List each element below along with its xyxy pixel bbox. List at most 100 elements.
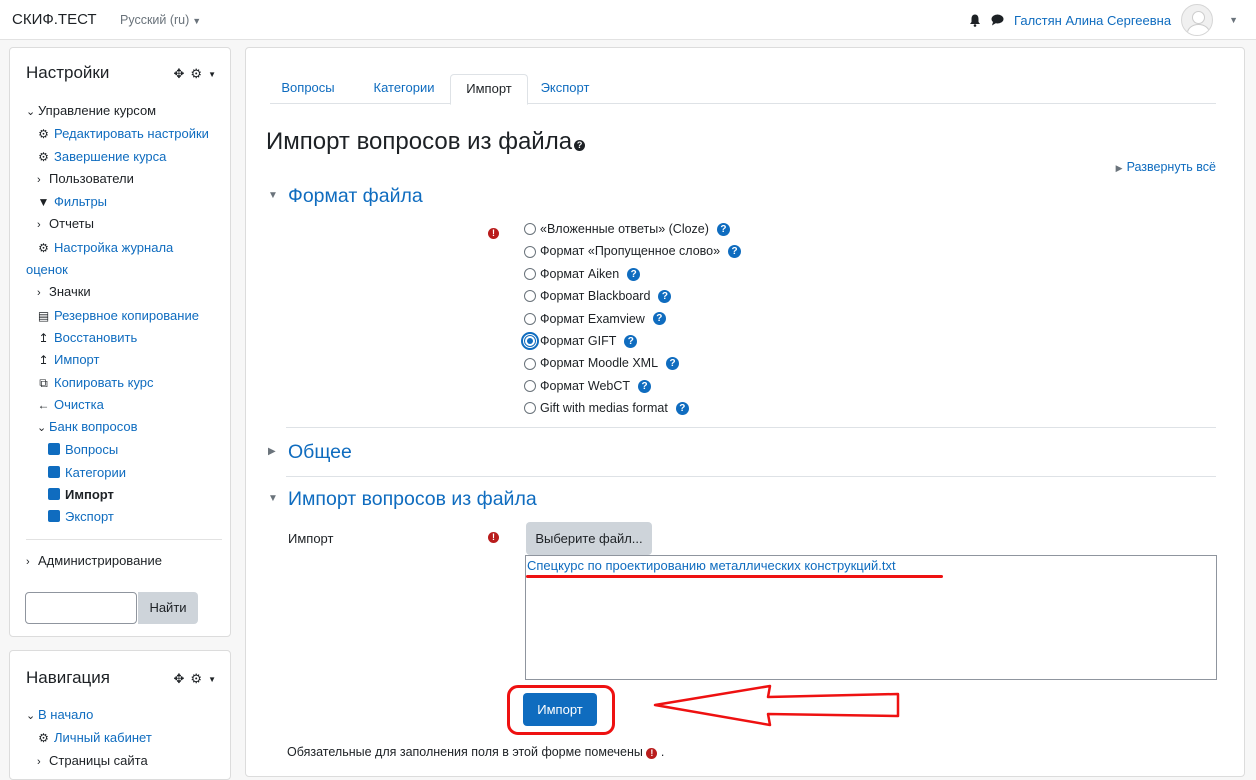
- sidebar-item[interactable]: Экспорт: [26, 506, 226, 528]
- sidebar-item-label: Страницы сайта: [49, 752, 148, 768]
- sidebar-item-label: оценок: [26, 262, 68, 278]
- bell-icon[interactable]: [969, 14, 981, 27]
- sidebar-item[interactable]: ⚙ Редактировать настройки: [26, 123, 226, 145]
- sidebar-item[interactable]: ▼ Фильтры: [26, 191, 226, 213]
- chevron-right-icon[interactable]: ›: [37, 751, 49, 773]
- help-icon[interactable]: ?: [666, 357, 680, 371]
- divider: [286, 476, 1216, 477]
- sidebar-item[interactable]: ⌄ Управление курсом: [26, 100, 226, 123]
- radio-button[interactable]: [524, 380, 536, 393]
- format-option[interactable]: Формат Moodle XML?: [524, 352, 741, 374]
- radio-button[interactable]: [524, 268, 536, 281]
- move-icon[interactable]: ✥: [174, 671, 185, 687]
- section-header-import[interactable]: ▼ Импорт вопросов из файла: [268, 488, 537, 511]
- site-brand[interactable]: СКИФ.ТЕСТ: [12, 11, 97, 28]
- sidebar-item[interactable]: ↥ Восстановить: [26, 327, 226, 349]
- sidebar-item-label: Настройка журнала: [54, 239, 174, 255]
- help-icon[interactable]: ?: [627, 267, 641, 281]
- sidebar-item[interactable]: › Страницы сайта: [26, 750, 226, 773]
- chat-icon[interactable]: [991, 14, 1004, 26]
- navigation-tree: ⌄ В начало ⚙ Личный кабинет › Страницы сайта: [26, 704, 226, 773]
- chevron-down-icon[interactable]: ⌄: [26, 101, 38, 123]
- help-icon[interactable]: ?: [716, 222, 730, 236]
- move-icon[interactable]: ✥: [174, 66, 185, 82]
- user-area: Галстян Алина Сергеевна ▼: [969, 4, 1238, 36]
- format-option[interactable]: Формат «Пропущенное слово»?: [524, 240, 742, 262]
- sidebar-item[interactable]: ← Очистка: [26, 394, 226, 416]
- section-title: Общее: [288, 441, 352, 463]
- format-option-label: Формат WebCT: [540, 378, 631, 393]
- section-header-general[interactable]: ▶ Общее: [268, 441, 352, 464]
- chevron-down-icon[interactable]: ▼: [1229, 15, 1238, 25]
- format-option[interactable]: Формат Examview?: [524, 308, 741, 330]
- search-input[interactable]: [25, 592, 137, 624]
- sidebar-item-label: Вопросы: [65, 442, 119, 458]
- search-button[interactable]: Найти: [138, 592, 198, 624]
- radio-button[interactable]: [521, 332, 539, 351]
- file-dropzone[interactable]: Спецкурс по проектированию металлических…: [525, 555, 1217, 680]
- tab[interactable]: Категории: [360, 74, 448, 104]
- format-option[interactable]: Формат Aiken?: [524, 263, 741, 285]
- sidebar-item[interactable]: ⚙ Личный кабинет: [26, 727, 226, 749]
- radio-button[interactable]: [524, 402, 536, 415]
- user-name[interactable]: Галстян Алина Сергеевна: [1014, 13, 1171, 28]
- chevron-down-icon[interactable]: ⌄: [37, 417, 49, 439]
- sidebar-item[interactable]: ⌄ Банк вопросов: [26, 416, 226, 439]
- chevron-right-icon: ›: [26, 556, 30, 568]
- choose-file-button[interactable]: Выберите файл...: [526, 522, 652, 555]
- section-header-format[interactable]: ▼ Формат файла: [268, 185, 423, 208]
- format-option[interactable]: Формат Blackboard?: [524, 285, 741, 307]
- help-icon[interactable]: ?: [675, 401, 689, 415]
- chevron-right-icon[interactable]: ›: [37, 282, 49, 304]
- format-option[interactable]: Формат WebCT?: [524, 375, 741, 397]
- sidebar-item[interactable]: ▤ Резервное копирование: [26, 305, 226, 327]
- radio-button[interactable]: [524, 245, 536, 258]
- tab[interactable]: Экспорт: [530, 74, 600, 104]
- sidebar-item[interactable]: оценок: [26, 259, 226, 281]
- tab[interactable]: Импорт: [450, 74, 528, 105]
- sidebar-item[interactable]: Импорт: [26, 484, 226, 506]
- sidebar-item[interactable]: › Отчеты: [26, 213, 226, 236]
- sidebar-item-label: Резервное копирование: [54, 307, 199, 323]
- navigation-block: Навигация ✥ ⚙ ▼ ⌄ В начало ⚙ Личный кабинет…: [9, 650, 231, 780]
- format-option[interactable]: Gift with medias format?: [524, 397, 741, 419]
- page-title-text: Импорт вопросов из файла: [266, 128, 573, 155]
- file-icon: ▤: [37, 308, 50, 323]
- format-option[interactable]: «Вложенные ответы» (Cloze)?: [524, 218, 741, 240]
- help-icon[interactable]: ?: [652, 312, 666, 326]
- language-menu[interactable]: Русский (ru) ▼: [120, 13, 201, 27]
- gear-icon[interactable]: ⚙: [190, 66, 202, 82]
- radio-button[interactable]: [524, 312, 536, 325]
- gear-icon[interactable]: ⚙: [190, 671, 202, 687]
- radio-button[interactable]: [524, 223, 536, 236]
- chevron-down-icon[interactable]: ▼: [208, 70, 216, 79]
- sidebar-item[interactable]: Вопросы: [26, 439, 226, 461]
- sidebar-item[interactable]: ⌄ В начало: [26, 704, 226, 727]
- triangle-down-icon: ▼: [268, 493, 278, 504]
- tab[interactable]: Вопросы: [270, 74, 346, 104]
- avatar[interactable]: [1181, 4, 1214, 36]
- sidebar-item[interactable]: ⧉ Копировать курс: [26, 372, 226, 394]
- sidebar-item[interactable]: ⚙ Настройка журнала: [26, 237, 226, 259]
- sidebar-item[interactable]: Категории: [26, 462, 226, 484]
- sidebar-item-administration[interactable]: › Администрирование: [26, 553, 162, 568]
- expand-all-link[interactable]: ▶ Развернуть всё: [1116, 160, 1216, 174]
- help-icon[interactable]: ?: [638, 379, 652, 393]
- chevron-down-icon[interactable]: ⌄: [26, 705, 38, 727]
- sidebar-item[interactable]: › Значки: [26, 281, 226, 304]
- sidebar-item[interactable]: ↥ Импорт: [26, 349, 226, 371]
- radio-button[interactable]: [524, 357, 536, 370]
- help-icon[interactable]: ?: [574, 140, 586, 151]
- radio-button[interactable]: [524, 290, 536, 303]
- import-button[interactable]: Импорт: [523, 693, 597, 726]
- chevron-right-icon[interactable]: ›: [37, 169, 49, 191]
- chevron-right-icon[interactable]: ›: [37, 214, 49, 236]
- chevron-down-icon[interactable]: ▼: [208, 675, 216, 684]
- sidebar-item[interactable]: › Пользователи: [26, 168, 226, 191]
- format-option[interactable]: Формат GIFT?: [521, 330, 741, 352]
- sidebar-item[interactable]: ⚙ Завершение курса: [26, 146, 226, 168]
- help-icon[interactable]: ?: [624, 334, 638, 348]
- help-icon[interactable]: ?: [658, 289, 672, 303]
- uploaded-file-link[interactable]: Спецкурс по проектированию металлических…: [527, 558, 896, 573]
- help-icon[interactable]: ?: [728, 245, 742, 259]
